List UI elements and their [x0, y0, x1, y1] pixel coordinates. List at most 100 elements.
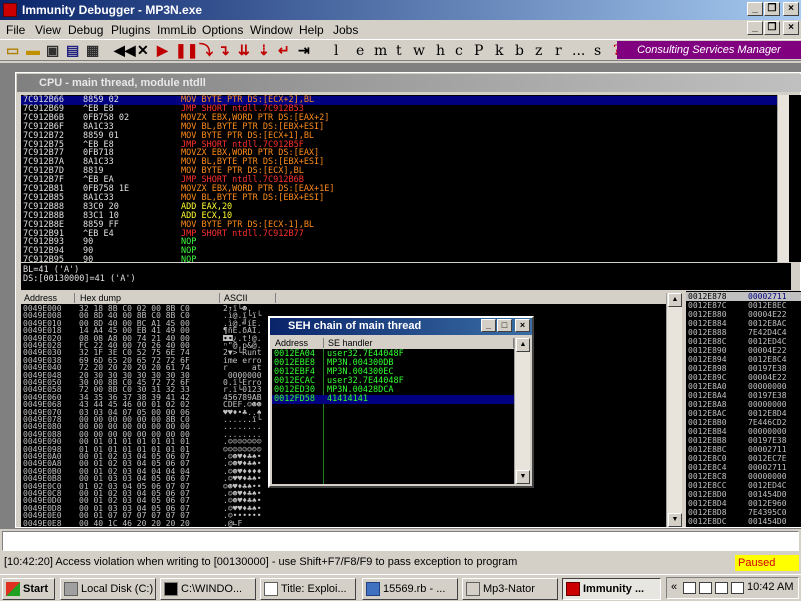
- execute-till-return-icon[interactable]: ↵: [278, 43, 290, 58]
- stack-row[interactable]: 0012E888 7E42D4C4: [686, 328, 801, 337]
- menu-plugins[interactable]: Plugins: [111, 23, 150, 37]
- stack-row[interactable]: 0012E8D4 0012E960: [686, 499, 801, 508]
- seh-scrollbar[interactable]: ▲ ▼: [514, 338, 530, 484]
- stack-row[interactable]: 0012E8AC 0012E8D4: [686, 409, 801, 418]
- run-icon[interactable]: ▶: [157, 43, 168, 58]
- stack-row[interactable]: 0012E880 00004E22: [686, 310, 801, 319]
- stack-row[interactable]: 0012E8BC 00002711: [686, 445, 801, 454]
- toolbar-c[interactable]: c: [455, 43, 463, 59]
- menu-help[interactable]: Help: [299, 23, 324, 37]
- seh-maximize-button[interactable]: □: [497, 319, 512, 332]
- open-icon[interactable]: ▭: [6, 43, 19, 58]
- command-input[interactable]: [2, 531, 799, 551]
- stack-row[interactable]: 0012E8A0 00000000: [686, 382, 801, 391]
- menu-debug[interactable]: Debug: [68, 23, 103, 37]
- disasm-row[interactable]: 7C912B81 0FB758 1E MOVZX EBX,WORD PTR DS:[…: [21, 185, 777, 194]
- task-local-disk[interactable]: Local Disk (C:): [60, 578, 156, 600]
- tray-window-icon-2[interactable]: [699, 582, 712, 594]
- stack-row[interactable]: 0012E8B8 00197E38: [686, 436, 801, 445]
- pause-icon[interactable]: ❚❚: [175, 43, 198, 58]
- stack-row[interactable]: 0012E88C 0012ED4C: [686, 337, 801, 346]
- stack-row[interactable]: 0012E890 00004E22: [686, 346, 801, 355]
- disasm-row[interactable]: 7C912B93 90 NOP: [21, 238, 777, 247]
- menu-options[interactable]: Options: [202, 23, 243, 37]
- step-over-icon[interactable]: ↴: [218, 43, 230, 58]
- tray-expand-icon[interactable]: «: [671, 581, 677, 593]
- toolbar-ellipsis[interactable]: ...: [572, 43, 585, 59]
- disasm-row[interactable]: 7C912B6B 0FB758 02 MOVZX EBX,WORD PTR DS:[…: [21, 113, 777, 123]
- seh-close-button[interactable]: ×: [515, 319, 530, 332]
- menu-file[interactable]: File: [6, 23, 25, 37]
- stack-row[interactable]: 0012E884 0012E8AC: [686, 319, 801, 328]
- dump-header-hex[interactable]: Hex dump: [77, 293, 220, 303]
- tray-window-icon-4[interactable]: [731, 582, 744, 594]
- disasm-row[interactable]: 7C912B7D 8819 MOV BYTE PTR DS:[ECX],BL: [21, 167, 777, 176]
- mdi-close-button[interactable]: ×: [783, 21, 799, 35]
- disasm-row[interactable]: 7C912B77 0FB718 MOVZX EBX,WORD PTR DS:[EAX…: [21, 149, 777, 158]
- stack-row[interactable]: 0012E894 0012E8C4: [686, 355, 801, 364]
- tray-window-icon-1[interactable]: [683, 582, 696, 594]
- disasm-row[interactable]: 7C912B72 8859 01 MOV BYTE PTR DS:[ECX+1],B…: [21, 131, 777, 141]
- script-icon[interactable]: ▤: [66, 43, 79, 58]
- toolbar-s[interactable]: s: [594, 43, 601, 59]
- stack-row[interactable]: 0012E87C 0012E8EC: [686, 301, 801, 310]
- tray-window-icon-3[interactable]: [715, 582, 728, 594]
- mdi-minimize-button[interactable]: _: [747, 21, 763, 35]
- disasm-row[interactable]: 7C912B75 ^EB E8 JMP SHORT ntdll.7C912B5F: [21, 140, 777, 150]
- consulting-services-banner[interactable]: Consulting Services Manager: [617, 41, 801, 59]
- toolbar-e[interactable]: e: [356, 43, 364, 59]
- task-exploit-title[interactable]: Title: Exploi...: [260, 578, 356, 600]
- toolbar-p[interactable]: P: [474, 43, 483, 59]
- terminal-icon[interactable]: ▣: [46, 43, 59, 58]
- disasm-row[interactable]: 7C912B8B 83C1 10 ADD ECX,10: [21, 211, 777, 221]
- rewind-icon[interactable]: ◀◀: [114, 43, 136, 58]
- minimize-button[interactable]: _: [747, 2, 763, 16]
- toolbar-l[interactable]: l: [334, 43, 338, 59]
- menu-window[interactable]: Window: [250, 23, 293, 37]
- dump-header-ascii[interactable]: ASCII: [221, 293, 276, 303]
- stack-row[interactable]: 0012E898 00197E38: [686, 364, 801, 373]
- toolbar-t[interactable]: t: [396, 43, 402, 59]
- stack-row[interactable]: 0012E878 00002711: [686, 292, 801, 301]
- task-immunity[interactable]: Immunity ...: [562, 578, 661, 600]
- task-cmd[interactable]: C:\WINDO...: [160, 578, 256, 600]
- start-button[interactable]: Start: [2, 578, 55, 600]
- disasm-row[interactable]: 7C912B95 90 NOP: [21, 256, 777, 262]
- task-mp3-nator[interactable]: Mp3-Nator: [462, 578, 558, 600]
- seh-row[interactable]: 0012FD58 41414141: [272, 394, 514, 404]
- stack-row[interactable]: 0012E8A4 00197E38: [686, 391, 801, 400]
- folder-icon[interactable]: ▬: [26, 43, 40, 58]
- seh-header-handler[interactable]: SE handler: [325, 338, 514, 348]
- seh-header-address[interactable]: Address: [272, 338, 324, 348]
- trace-into-icon[interactable]: ⇊: [238, 43, 250, 58]
- disassembly-pane[interactable]: 7C912B66 8859 02 MOV BYTE PTR DS:[ECX+2],B…: [21, 95, 777, 262]
- disasm-row[interactable]: 7C912B7F ^EB EA JMP SHORT ntdll.7C912B6B: [21, 176, 777, 185]
- toolbar-z[interactable]: z: [535, 43, 542, 59]
- task-rb-file[interactable]: 15569.rb - ...: [362, 578, 458, 600]
- disassembly-scrollbar[interactable]: [777, 95, 789, 262]
- go-to-icon[interactable]: ⇥: [298, 43, 310, 58]
- seh-list[interactable]: 0012EA04 user32.7E44048F 0012EBE8 MP3N.0043…: [272, 349, 514, 484]
- stack-row[interactable]: 0012E89C 00004E22: [686, 373, 801, 382]
- disasm-row[interactable]: 7C912B85 8A1C33 MOV BL,BYTE PTR DS:[EBX+ES…: [21, 193, 777, 203]
- toolbar-b[interactable]: b: [515, 43, 524, 59]
- dump-row[interactable]: 0049E0E8 00 40 1C 46 20 20 20 20 .@∟F: [21, 519, 666, 527]
- seh-scroll-up-icon[interactable]: ▲: [516, 338, 530, 352]
- toolbar-w[interactable]: w: [413, 43, 425, 59]
- dump-header-address[interactable]: Address: [21, 293, 75, 303]
- stack-row[interactable]: 0012E8B4 00000000: [686, 427, 801, 436]
- stack-row[interactable]: 0012E8B0 7E446CD2: [686, 418, 801, 427]
- dump-scrollbar[interactable]: ▲ ▼: [666, 293, 682, 527]
- dump-scroll-up-icon[interactable]: ▲: [668, 293, 682, 307]
- seh-minimize-button[interactable]: _: [481, 319, 496, 332]
- stack-pane[interactable]: 0012E878 00002711 0012E87C 0012E8EC 0012E880…: [686, 291, 801, 527]
- toolbar-r[interactable]: r: [555, 43, 562, 59]
- maximize-button[interactable]: ❐: [764, 2, 780, 16]
- stack-row[interactable]: 0012E8D0 001454D0: [686, 490, 801, 499]
- toolbar-k[interactable]: k: [495, 43, 503, 59]
- dump-scroll-down-icon[interactable]: ▼: [668, 513, 682, 527]
- seh-scroll-down-icon[interactable]: ▼: [516, 470, 530, 484]
- disasm-row[interactable]: 7C912B6F 8A1C33 MOV BL,BYTE PTR DS:[EBX+ES…: [21, 122, 777, 132]
- close-button[interactable]: ×: [783, 2, 799, 16]
- close-process-icon[interactable]: ✕: [137, 43, 149, 58]
